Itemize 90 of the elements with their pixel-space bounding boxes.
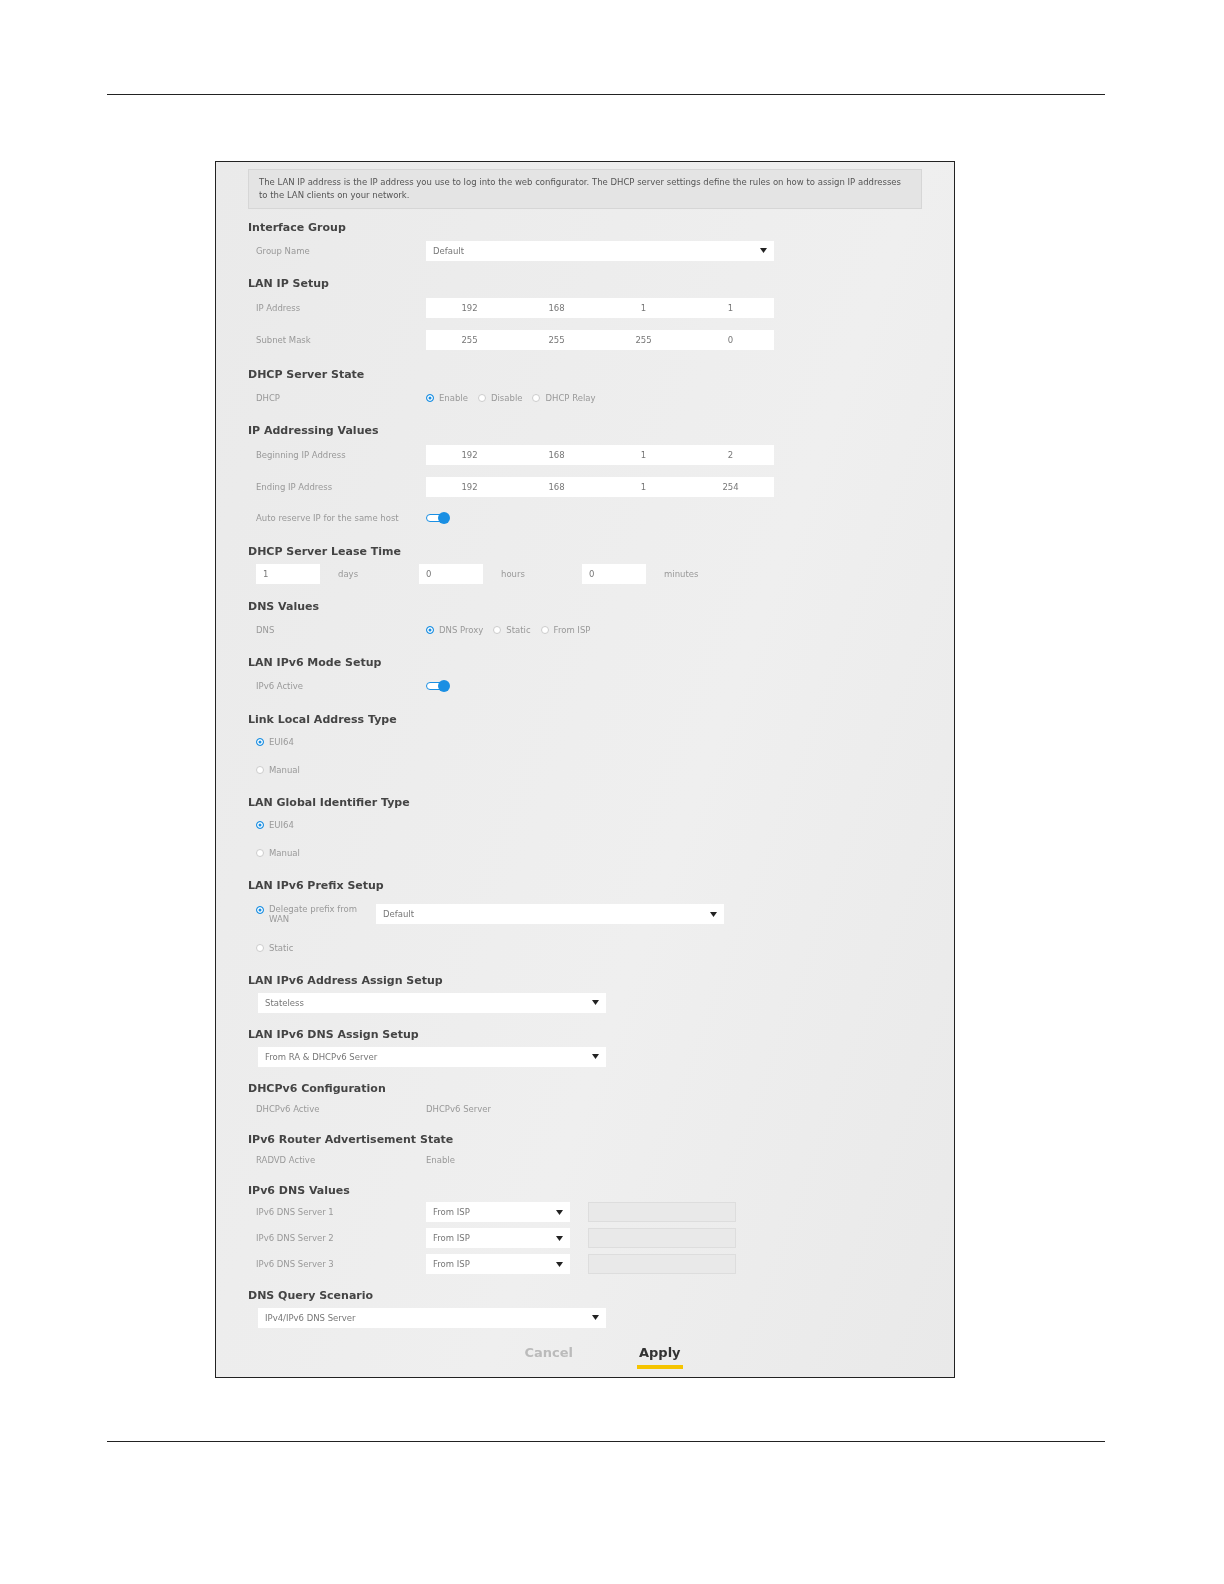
dropdown[interactable]: IPv4/IPv6 DNS Server	[258, 1307, 606, 1328]
section-heading: LAN IPv6 DNS Assign Setup	[248, 1027, 420, 1043]
section-heading: DHCP Server Lease Time	[248, 544, 402, 560]
field-label: IPv6 DNS Server 3	[256, 1259, 335, 1269]
section-heading: DHCP Server State	[248, 367, 366, 383]
section-heading: LAN Global Identifier Type	[248, 795, 411, 811]
apply-button[interactable]: Apply	[636, 1345, 683, 1369]
caret-icon	[592, 1000, 599, 1005]
section-heading: LAN IPv6 Prefix Setup	[248, 878, 385, 894]
input-field[interactable]: 1	[256, 564, 320, 584]
field-value: DHCPv6 Server	[426, 1104, 492, 1114]
radio-option[interactable]: Manual	[256, 765, 300, 775]
radio-option[interactable]: From ISP	[540, 624, 591, 635]
caret-icon	[592, 1054, 599, 1059]
octet-value: 0	[726, 334, 735, 347]
section-heading: Interface Group	[248, 220, 347, 236]
dropdown[interactable]: From ISP	[426, 1228, 570, 1248]
octet-value: 192	[460, 481, 479, 494]
field-label: RADVD Active	[256, 1155, 317, 1165]
dropdown[interactable]: Default	[426, 240, 774, 261]
toggle-switch[interactable]	[426, 512, 450, 524]
caret-icon	[592, 1315, 599, 1320]
octet-value: 254	[721, 481, 740, 494]
section-heading: LAN IPv6 Mode Setup	[248, 655, 383, 671]
section-heading: IP Addressing Values	[248, 423, 380, 439]
ip-address-field[interactable]: 192 168 1 1	[426, 298, 774, 318]
input-field[interactable]: 0	[582, 564, 646, 584]
input-field[interactable]: 0	[419, 564, 483, 584]
field-value: Enable	[426, 1155, 456, 1165]
octet-value: 1	[726, 302, 735, 315]
ip-address-field[interactable]: 192 168 1 254	[426, 477, 774, 497]
radio-option[interactable]: EUI64	[256, 737, 294, 747]
radio-option[interactable]: Manual	[256, 848, 300, 858]
section-heading: DHCPv6 Configuration	[248, 1081, 387, 1097]
field-label: Group Name	[256, 245, 311, 256]
radio-option[interactable]: EUI64	[256, 820, 294, 830]
octet-value: 1	[639, 481, 648, 494]
section-heading: Link Local Address Type	[248, 712, 398, 728]
dropdown[interactable]: From ISP	[426, 1254, 570, 1274]
field-label: Ending IP Address	[256, 482, 334, 492]
field-label: Auto reserve IP for the same host	[256, 513, 400, 523]
field-label: Subnet Mask	[256, 335, 312, 345]
section-heading: LAN IP Setup	[248, 276, 330, 292]
ip-address-field[interactable]: 255 255 255 0	[426, 330, 774, 350]
unit-label: hours	[500, 569, 526, 579]
dropdown[interactable]: Stateless	[258, 992, 606, 1013]
octet-value: 255	[634, 334, 653, 347]
octet-value: 168	[547, 302, 566, 315]
caret-icon	[710, 911, 717, 917]
dropdown[interactable]: From ISP	[426, 1202, 570, 1222]
dropdown[interactable]: Default	[376, 904, 724, 924]
radio-option[interactable]: Enable	[426, 392, 468, 403]
octet-value: 192	[460, 449, 479, 462]
section-heading: DNS Values	[248, 599, 321, 615]
unit-label: days	[337, 569, 360, 579]
field-label: IP Address	[256, 303, 302, 313]
caret-icon	[556, 1261, 563, 1267]
octet-value: 1	[639, 302, 648, 315]
intro-text: The LAN IP address is the IP address you use to log into the web configurator. The DHCP server settings define the rules on how to assign IP addresses to the LAN clients on your network.	[248, 169, 922, 209]
radio-option[interactable]: Delegate prefix from WAN	[256, 904, 366, 924]
field-label: DHCPv6 Active	[256, 1104, 321, 1114]
section-heading: LAN IPv6 Address Assign Setup	[248, 973, 444, 989]
octet-value: 255	[460, 334, 479, 347]
radio-option[interactable]: DHCP Relay	[532, 392, 596, 403]
caret-icon	[556, 1209, 563, 1215]
ip-address-field[interactable]: 192 168 1 2	[426, 445, 774, 465]
radio-option[interactable]: Disable	[477, 392, 523, 403]
section-heading: DNS Query Scenario	[248, 1288, 375, 1304]
radio-option[interactable]: Static	[493, 624, 531, 635]
field-label: IPv6 DNS Server 1	[256, 1207, 335, 1217]
octet-value: 1	[639, 449, 648, 462]
radio-option[interactable]: DNS Proxy	[426, 624, 484, 635]
caret-icon	[760, 248, 767, 253]
field-label: IPv6 DNS Server 2	[256, 1233, 335, 1243]
field-label: IPv6 Active	[256, 681, 305, 691]
dropdown[interactable]: From RA & DHCPv6 Server	[258, 1046, 606, 1067]
octet-value: 2	[726, 449, 735, 462]
octet-value: 168	[547, 449, 566, 462]
section-heading: IPv6 DNS Values	[248, 1183, 351, 1199]
radio-option[interactable]: Static	[256, 943, 294, 953]
octet-value: 255	[547, 334, 566, 347]
toggle-switch[interactable]	[426, 680, 450, 692]
field-label: Beginning IP Address	[256, 450, 347, 460]
field-label: DHCP	[256, 392, 281, 403]
octet-value: 192	[460, 302, 479, 315]
unit-label: minutes	[663, 569, 700, 579]
octet-value: 168	[547, 481, 566, 494]
field-label: DNS	[256, 624, 276, 635]
caret-icon	[556, 1235, 563, 1241]
section-heading: IPv6 Router Advertisement State	[248, 1132, 455, 1148]
